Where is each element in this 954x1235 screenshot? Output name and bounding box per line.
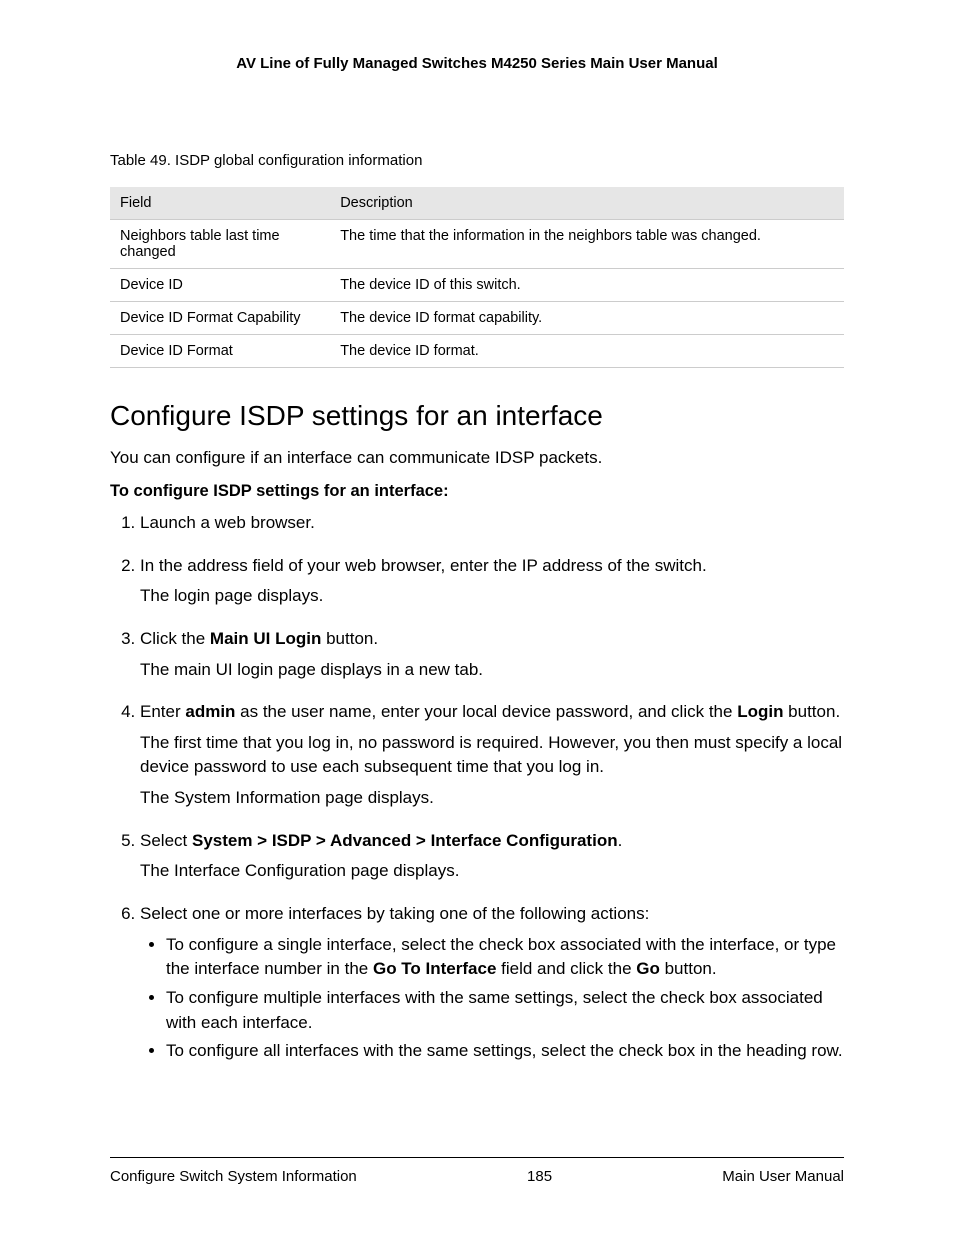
cell-desc: The time that the information in the nei… (330, 220, 844, 269)
cell-field: Device ID (110, 269, 330, 302)
step-item: Launch a web browser. (140, 511, 844, 536)
step-text: In the address field of your web browser… (140, 556, 707, 575)
table-row: Neighbors table last time changed The ti… (110, 220, 844, 269)
step-text: Select System > ISDP > Advanced > Interf… (140, 831, 622, 850)
step-item: Select System > ISDP > Advanced > Interf… (140, 829, 844, 884)
table-row: Device ID Format The device ID format. (110, 335, 844, 368)
step-item: Enter admin as the user name, enter your… (140, 700, 844, 811)
cell-desc: The device ID format capability. (330, 302, 844, 335)
step-item: In the address field of your web browser… (140, 554, 844, 609)
page-footer: Configure Switch System Information 185 … (110, 1157, 844, 1185)
section-heading: Configure ISDP settings for an interface (110, 400, 844, 432)
cell-desc: The device ID of this switch. (330, 269, 844, 302)
cell-field: Device ID Format (110, 335, 330, 368)
steps-list: Launch a web browser. In the address fie… (110, 511, 844, 1064)
col-field: Field (110, 187, 330, 220)
steps-title: To configure ISDP settings for an interf… (110, 482, 844, 501)
config-table: Field Description Neighbors table last t… (110, 187, 844, 368)
footer-page-number: 185 (527, 1168, 552, 1185)
table-row: Device ID The device ID of this switch. (110, 269, 844, 302)
step-item: Click the Main UI Login button. The main… (140, 627, 844, 682)
step-subtext: The main UI login page displays in a new… (140, 658, 844, 683)
step-item: Select one or more interfaces by taking … (140, 902, 844, 1064)
step-subtext: The login page displays. (140, 584, 844, 609)
table-row: Device ID Format Capability The device I… (110, 302, 844, 335)
col-description: Description (330, 187, 844, 220)
step-subtext: The Interface Configuration page display… (140, 859, 844, 884)
bullet-item: To configure all interfaces with the sam… (166, 1039, 844, 1064)
step-text: Enter admin as the user name, enter your… (140, 702, 840, 721)
step-subtext: The first time that you log in, no passw… (140, 731, 844, 780)
footer-left: Configure Switch System Information (110, 1168, 357, 1185)
cell-field: Device ID Format Capability (110, 302, 330, 335)
cell-desc: The device ID format. (330, 335, 844, 368)
document-header: AV Line of Fully Managed Switches M4250 … (110, 55, 844, 72)
bullet-item: To configure multiple interfaces with th… (166, 986, 844, 1035)
step-subtext: The System Information page displays. (140, 786, 844, 811)
table-header-row: Field Description (110, 187, 844, 220)
cell-field: Neighbors table last time changed (110, 220, 330, 269)
footer-right: Main User Manual (722, 1168, 844, 1185)
bullet-list: To configure a single interface, select … (140, 933, 844, 1064)
step-text: Launch a web browser. (140, 513, 315, 532)
document-page: AV Line of Fully Managed Switches M4250 … (0, 0, 954, 1235)
bullet-item: To configure a single interface, select … (166, 933, 844, 982)
table-caption: Table 49. ISDP global configuration info… (110, 152, 844, 169)
step-text: Select one or more interfaces by taking … (140, 904, 649, 923)
step-text: Click the Main UI Login button. (140, 629, 378, 648)
section-intro: You can configure if an interface can co… (110, 448, 844, 468)
